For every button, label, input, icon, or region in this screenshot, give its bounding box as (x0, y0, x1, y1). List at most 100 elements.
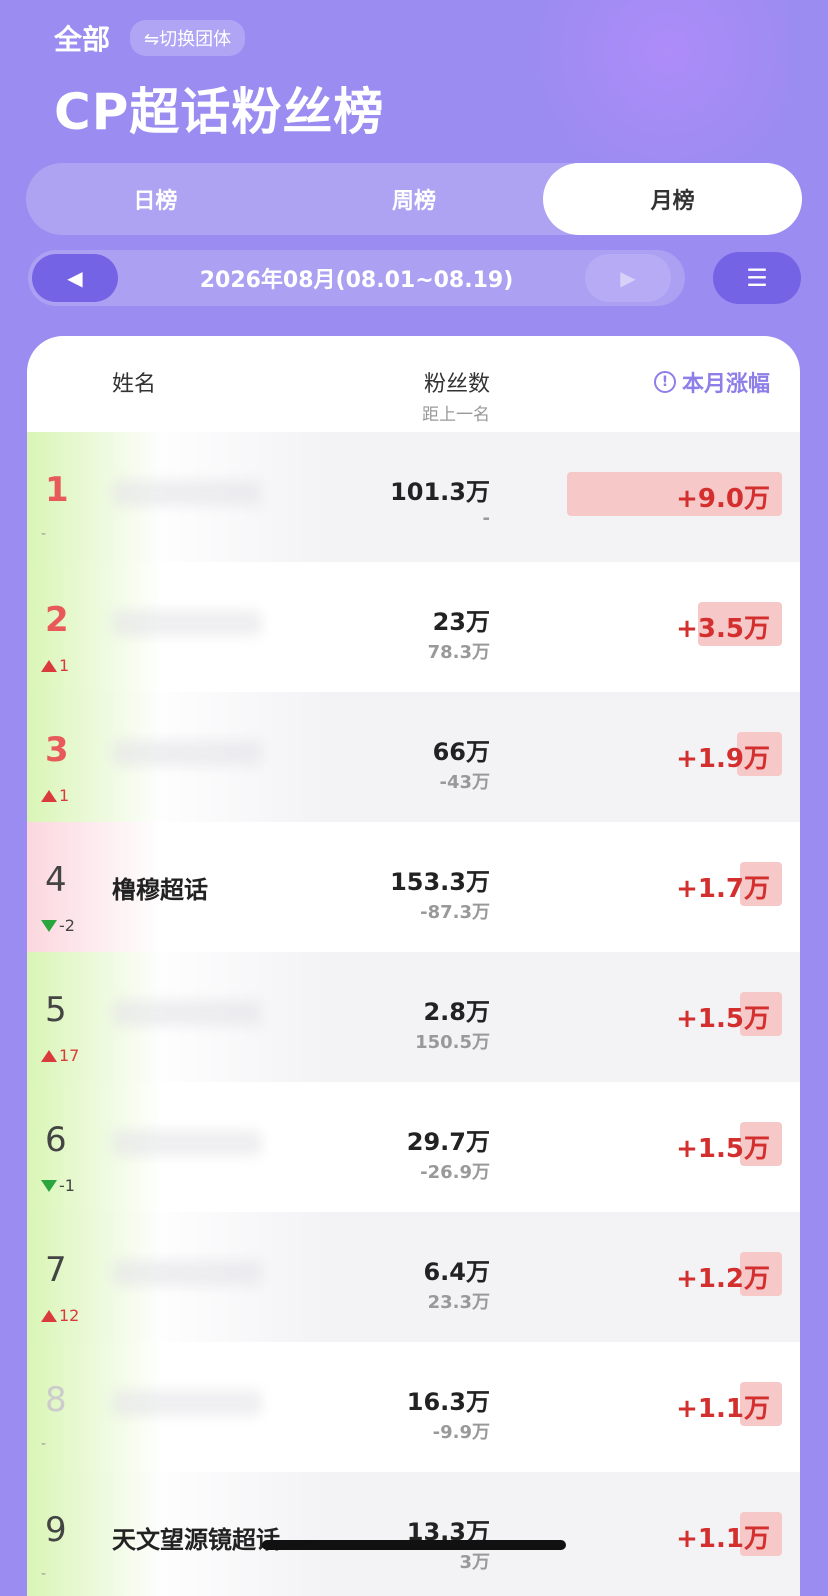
table-row[interactable]: 7 12 6.4万 23.3万 +1.2万 (27, 1212, 800, 1342)
table-row[interactable]: 9- 天文望源镜超话 13.3万 3万 +1.1万 (27, 1472, 800, 1596)
rank-unchanged-indicator: - (41, 1566, 46, 1582)
table-row[interactable]: 4 -2 橹穆超话 153.3万 -87.3万 +1.7万 (27, 822, 800, 952)
top-row: 全部 ⇋切换团体 (54, 18, 246, 58)
table-row[interactable]: 1-101.3万 - +9.0万 (27, 432, 800, 562)
sort-button[interactable]: ☰ (713, 252, 801, 304)
gap-to-previous: - (482, 508, 490, 529)
caret-left-icon: ◀ (67, 266, 83, 290)
topic-name[interactable] (112, 740, 262, 766)
table-row[interactable]: 2 1 23万 78.3万 +3.5万 (27, 562, 800, 692)
switch-group-button[interactable]: ⇋切换团体 (130, 20, 246, 56)
rank-number: 7 (45, 1250, 67, 1290)
rank-number: 4 (45, 860, 67, 900)
home-indicator (262, 1540, 566, 1550)
gap-to-previous: -87.3万 (420, 902, 490, 923)
gap-to-previous: -43万 (439, 772, 490, 793)
col-growth-label: 本月涨幅 (681, 372, 770, 397)
table-row[interactable]: 8 - 16.3万 -9.9万 +1.1万 (27, 1342, 800, 1472)
prev-period-button[interactable]: ◀ (32, 254, 118, 302)
rank-change-value: - (41, 1436, 47, 1452)
gap-to-previous: -26.9万 (420, 1162, 490, 1183)
arrow-down-icon (41, 919, 57, 932)
rank-unchanged-indicator: - (41, 526, 46, 542)
monthly-growth: +1.2万 (676, 1264, 770, 1294)
topic-name[interactable]: 天文望源镜超话 (112, 1520, 280, 1555)
rank-unchanged-indicator: - (41, 1436, 46, 1452)
rank-number: 6 (45, 1120, 67, 1160)
rank-number: 9 (45, 1510, 67, 1550)
rank-number: 8 (45, 1380, 67, 1420)
arrow-up-icon (41, 789, 57, 802)
caret-right-icon: ▶ (620, 266, 636, 290)
monthly-growth: +1.9万 (676, 744, 770, 774)
rank-change-value: 1 (59, 656, 70, 675)
table-row[interactable]: 6 -1 29.7万 -26.9万 +1.5万 (27, 1082, 800, 1212)
rank-down-indicator: -1 (41, 1176, 75, 1195)
rank-up-indicator: 1 (41, 656, 69, 675)
monthly-growth: +9.0万 (676, 484, 770, 514)
monthly-growth: +1.7万 (676, 874, 770, 904)
ranking-card: 姓名 粉丝数 距上一名 ! 本月涨幅 1-101.3万 - +9.0万 2 1 23万 78… (27, 336, 800, 1596)
period-tabs: 日榜 周榜 月榜 (26, 163, 803, 235)
tab-daily[interactable]: 日榜 (26, 163, 285, 235)
fan-count: 153.3万 (390, 868, 490, 896)
rank-number: 1 (45, 470, 69, 510)
rank-number: 5 (45, 990, 67, 1030)
gap-to-previous: -9.9万 (432, 1422, 490, 1443)
header-decoration (488, 0, 788, 160)
monthly-growth: +1.5万 (676, 1004, 770, 1034)
fan-count: 23万 (432, 608, 490, 636)
gap-to-previous: 3万 (459, 1552, 490, 1573)
page-title: CP超话粉丝榜 (54, 83, 385, 141)
rank-up-indicator: 17 (41, 1046, 79, 1065)
fan-count: 101.3万 (390, 478, 490, 506)
arrow-down-icon (41, 1179, 57, 1192)
rank-up-indicator: 12 (41, 1306, 79, 1325)
arrow-up-icon (41, 1049, 57, 1062)
rank-number: 2 (45, 600, 69, 640)
fan-count: 66万 (432, 738, 490, 766)
topic-name[interactable] (112, 1130, 262, 1156)
rank-change-value: 12 (59, 1306, 80, 1325)
date-navigator: ◀ 2026年08月(08.01~08.19) ▶ (28, 250, 685, 306)
arrow-up-icon (41, 659, 57, 672)
topic-name[interactable] (112, 1390, 262, 1416)
monthly-growth: +3.5万 (676, 614, 770, 644)
topic-name[interactable] (112, 1260, 262, 1286)
rank-change-value: - (41, 526, 47, 542)
next-period-button[interactable]: ▶ (585, 254, 671, 302)
rank-change-value: 1 (59, 786, 70, 805)
arrow-up-icon (41, 1309, 57, 1322)
fan-count: 29.7万 (406, 1128, 490, 1156)
rank-up-indicator: 1 (41, 786, 69, 805)
monthly-growth: +1.5万 (676, 1134, 770, 1164)
table-row[interactable]: 5 17 2.8万 150.5万 +1.5万 (27, 952, 800, 1082)
gap-to-previous: 150.5万 (415, 1032, 490, 1053)
tab-weekly[interactable]: 周榜 (285, 163, 544, 235)
tab-monthly[interactable]: 月榜 (543, 163, 803, 235)
date-range-label: 2026年08月(08.01~08.19) (199, 268, 514, 293)
gap-to-previous: 78.3万 (427, 642, 490, 663)
rank-change-value: 17 (59, 1046, 80, 1065)
rank-change-value: -2 (59, 916, 75, 935)
monthly-growth: +1.1万 (676, 1524, 770, 1554)
topic-name[interactable] (112, 480, 262, 506)
col-growth-header[interactable]: ! 本月涨幅 (653, 366, 770, 398)
scope-label[interactable]: 全部 (54, 18, 110, 58)
col-gap-header: 距上一名 (422, 405, 490, 425)
col-name-header: 姓名 (112, 372, 157, 397)
rank-down-indicator: -2 (41, 916, 75, 935)
sort-icon: ☰ (746, 264, 768, 292)
table-row[interactable]: 3 1 66万 -43万 +1.9万 (27, 692, 800, 822)
rank-number: 3 (45, 730, 69, 770)
fan-count: 2.8万 (423, 998, 490, 1026)
topic-name[interactable]: 橹穆超话 (112, 870, 208, 905)
fan-count: 16.3万 (406, 1388, 490, 1416)
topic-name[interactable] (112, 1000, 262, 1026)
fan-count: 6.4万 (423, 1258, 490, 1286)
ranking-list: 1-101.3万 - +9.0万 2 1 23万 78.3万 +3.5万 3 1 66万 -43万 +1… (27, 432, 800, 1596)
table-header: 姓名 粉丝数 距上一名 ! 本月涨幅 (27, 336, 800, 432)
info-icon: ! (653, 371, 676, 393)
topic-name[interactable] (112, 610, 262, 636)
rank-change-value: - (41, 1566, 47, 1582)
